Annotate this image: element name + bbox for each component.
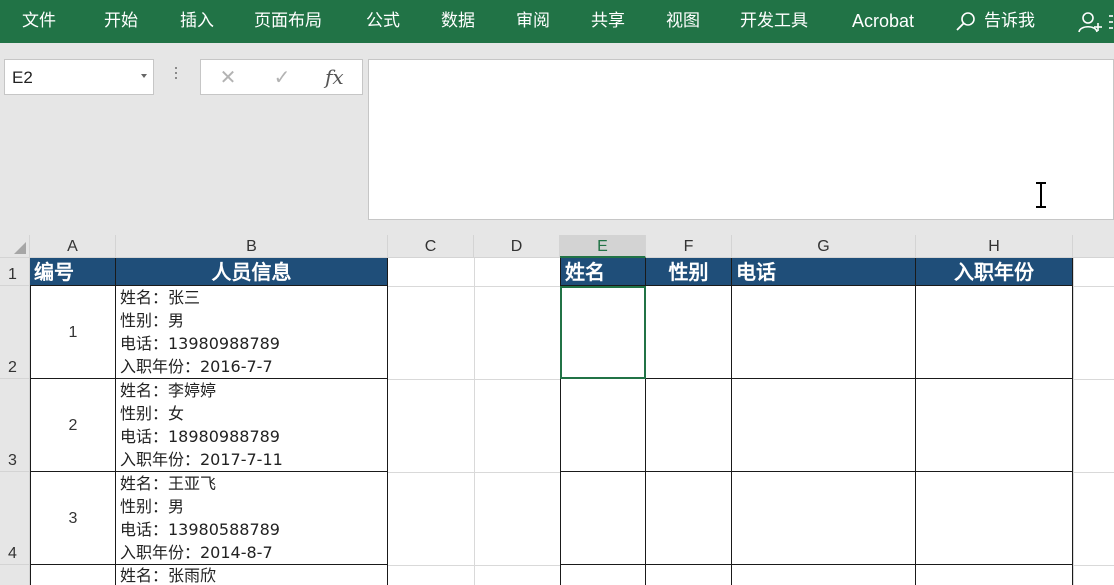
grip-dots-icon[interactable]	[175, 67, 178, 82]
column-header-d[interactable]: D	[474, 235, 560, 258]
name-box[interactable]: E2	[4, 59, 154, 95]
text-cursor-icon	[1036, 182, 1046, 208]
cell-e1-header[interactable]: 姓名	[560, 258, 646, 286]
gridline	[1073, 565, 1114, 566]
info-line: 电话：13980588789	[120, 520, 280, 539]
cell-g3[interactable]	[732, 379, 916, 472]
cell-g2[interactable]	[732, 286, 916, 379]
info-line: 姓名：李婷婷	[120, 381, 217, 400]
gridline	[1073, 258, 1074, 585]
cell-g4[interactable]	[732, 472, 916, 565]
insert-function-button[interactable]: fx	[325, 60, 344, 94]
ribbon: 文件 开始 插入 页面布局 公式 数据 审阅 共享 视图 开发工具 Acroba…	[0, 0, 1114, 43]
formula-buttons: ✕ ✓ fx	[200, 59, 363, 95]
cell-h4[interactable]	[916, 472, 1073, 565]
formula-input[interactable]	[368, 59, 1114, 220]
column-header-f[interactable]: F	[646, 235, 732, 258]
cell-e2-selected[interactable]	[560, 286, 646, 379]
column-header-b[interactable]: B	[116, 235, 388, 258]
cell-h1-header[interactable]: 入职年份	[916, 258, 1073, 286]
tab-share[interactable]: 共享	[591, 0, 625, 43]
cell-f4[interactable]	[646, 472, 732, 565]
info-line: 入职年份：2017-7-11	[120, 450, 283, 469]
cell-e3[interactable]	[560, 379, 646, 472]
row-header-5[interactable]	[0, 565, 30, 585]
row-header-1[interactable]: 1	[0, 258, 30, 286]
cell-b1-header[interactable]: 人员信息	[116, 258, 388, 286]
cell-f2[interactable]	[646, 286, 732, 379]
tab-home[interactable]: 开始	[104, 0, 138, 43]
select-all-triangle-icon	[14, 242, 26, 254]
cell-e5[interactable]	[560, 565, 646, 585]
cell-b4-info[interactable]: 姓名：王亚飞 性别：男 电话：13980588789 入职年份：2014-8-7	[116, 472, 388, 565]
cell-h3[interactable]	[916, 379, 1073, 472]
cell-h2[interactable]	[916, 286, 1073, 379]
column-header-c[interactable]: C	[388, 235, 474, 258]
cell-a4-id[interactable]: 3	[30, 472, 116, 565]
tell-me-label: 告诉我	[984, 11, 1035, 31]
cell-b5-info[interactable]: 姓名：张雨欣	[116, 565, 388, 585]
tab-review[interactable]: 审阅	[516, 0, 550, 43]
column-header-e[interactable]: E	[560, 235, 646, 258]
info-line: 姓名：王亚飞	[120, 474, 217, 493]
tab-insert[interactable]: 插入	[180, 0, 214, 43]
cell-a3-id[interactable]: 2	[30, 379, 116, 472]
gridline	[388, 565, 560, 566]
tab-file[interactable]: 文件	[22, 0, 56, 43]
column-header-h[interactable]: H	[916, 235, 1073, 258]
tab-acrobat[interactable]: Acrobat	[852, 0, 914, 43]
column-header-g[interactable]: G	[732, 235, 916, 258]
cell-a5-id[interactable]	[30, 565, 116, 585]
info-line: 姓名：张雨欣	[120, 566, 217, 585]
formula-bar-area: E2 ✕ ✓ fx	[0, 43, 1114, 235]
row-header-4[interactable]: 4	[0, 472, 30, 565]
info-line: 电话：18980988789	[120, 427, 280, 446]
info-line: 性别：男	[120, 497, 185, 516]
cell-b2-info[interactable]: 姓名：张三 性别：男 电话：13980988789 入职年份：2016-7-7	[116, 286, 388, 379]
gridline	[1073, 379, 1114, 380]
gridline	[1073, 472, 1114, 473]
name-box-value: E2	[12, 68, 33, 87]
tab-data[interactable]: 数据	[441, 0, 475, 43]
info-line: 性别：女	[120, 404, 185, 423]
select-all-button[interactable]	[0, 235, 30, 258]
gridline	[388, 472, 560, 473]
info-line: 入职年份：2014-8-7	[120, 543, 273, 562]
cell-f3[interactable]	[646, 379, 732, 472]
column-header-partial[interactable]	[1073, 235, 1114, 258]
cell-h5[interactable]	[916, 565, 1073, 585]
tab-view[interactable]: 视图	[666, 0, 700, 43]
gridline	[474, 258, 475, 585]
worksheet-grid: A B C D E F G H 1 2 3 4 编号 人员信息 姓名 性别 电话…	[0, 235, 1114, 585]
tab-page-layout[interactable]: 页面布局	[254, 0, 322, 43]
gridline	[388, 286, 560, 287]
column-header-a[interactable]: A	[30, 235, 116, 258]
tab-formulas[interactable]: 公式	[366, 0, 400, 43]
cell-f1-header[interactable]: 性别	[646, 258, 732, 286]
cell-g1-header[interactable]: 电话	[732, 258, 916, 286]
cell-b3-info[interactable]: 姓名：李婷婷 性别：女 电话：18980988789 入职年份：2017-7-1…	[116, 379, 388, 472]
row-header-2[interactable]: 2	[0, 286, 30, 379]
enter-button[interactable]: ✓	[267, 60, 297, 94]
gridline	[388, 379, 560, 380]
cell-f5[interactable]	[646, 565, 732, 585]
info-line: 性别：男	[120, 311, 185, 330]
cell-a2-id[interactable]: 1	[30, 286, 116, 379]
cell-a1-header[interactable]: 编号	[30, 258, 116, 286]
info-line: 电话：13980988789	[120, 334, 280, 353]
info-line: 入职年份：2016-7-7	[120, 357, 273, 376]
gridline	[1073, 286, 1114, 287]
search-icon	[956, 12, 975, 31]
cancel-button[interactable]: ✕	[213, 60, 243, 94]
user-icon[interactable]	[1078, 11, 1114, 33]
row-header-3[interactable]: 3	[0, 379, 30, 472]
cell-g5[interactable]	[732, 565, 916, 585]
tab-developer[interactable]: 开发工具	[740, 0, 808, 43]
chevron-down-icon[interactable]	[141, 74, 147, 78]
cell-e4[interactable]	[560, 472, 646, 565]
info-line: 姓名：张三	[120, 288, 201, 307]
